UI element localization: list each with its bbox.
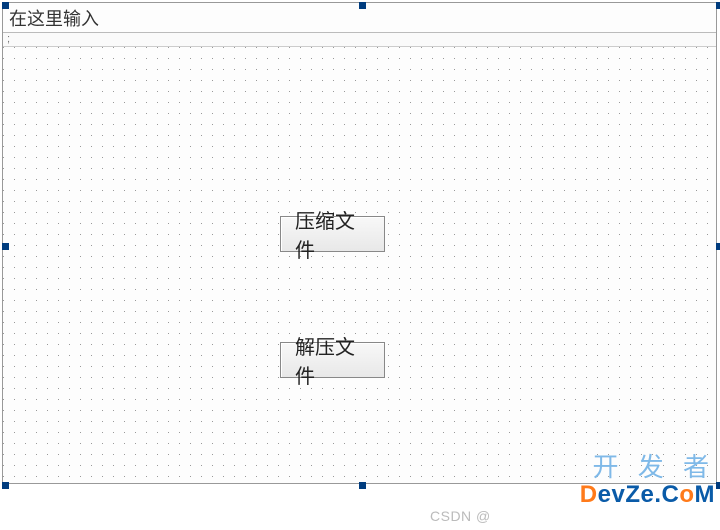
csdn-watermark: CSDN @ bbox=[430, 508, 491, 524]
compress-file-button[interactable]: 压缩文件 bbox=[280, 216, 385, 252]
devze-watermark: 开 发 者 DevZe.CoM bbox=[555, 453, 715, 508]
resize-handle-top-middle[interactable] bbox=[359, 2, 366, 9]
form-grid[interactable]: 压缩文件 解压文件 bbox=[3, 47, 716, 483]
decompress-file-button[interactable]: 解压文件 bbox=[280, 342, 385, 378]
resize-handle-middle-left[interactable] bbox=[2, 243, 9, 250]
resize-handle-bottom-left[interactable] bbox=[2, 482, 9, 489]
resize-handle-middle-right[interactable] bbox=[716, 243, 720, 250]
devze-watermark-cn: 开 发 者 bbox=[555, 453, 715, 482]
form-designer-canvas[interactable]: 在这里输入 ; 压缩文件 解压文件 bbox=[2, 2, 717, 484]
status-bar: ; bbox=[3, 33, 716, 47]
resize-handle-top-right[interactable] bbox=[716, 2, 720, 9]
resize-handle-bottom-right[interactable] bbox=[716, 482, 720, 489]
resize-handle-bottom-middle[interactable] bbox=[359, 482, 366, 489]
devze-watermark-en: DevZe.CoM bbox=[555, 482, 715, 508]
resize-handle-top-left[interactable] bbox=[2, 2, 9, 9]
